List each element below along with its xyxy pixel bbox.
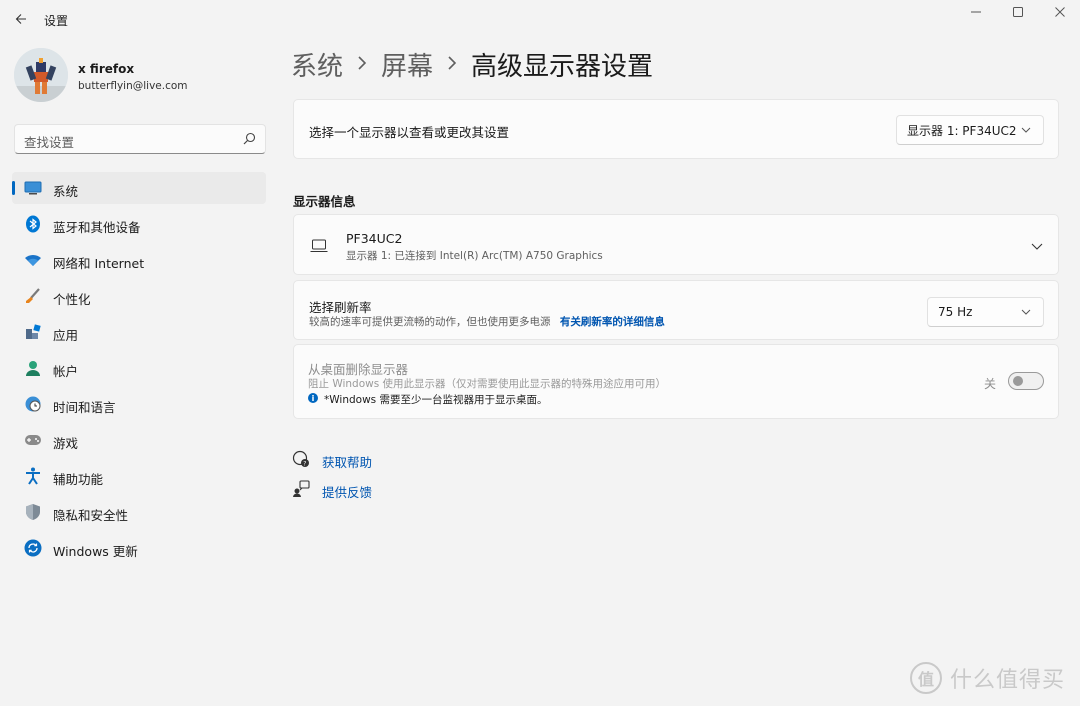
sidebar-item-label: 蓝牙和其他设备	[53, 220, 141, 235]
search-placeholder: 查找设置	[24, 135, 75, 150]
refresh-rate-card: 选择刷新率 较高的速率可提供更流畅的动作，但也使用更多电源 有关刷新率的详细信息…	[293, 280, 1059, 340]
sidebar-item-label: 网络和 Internet	[53, 256, 145, 271]
sidebar-item-privacy[interactable]: 隐私和安全性	[12, 496, 266, 528]
refresh-rate-desc-text: 较高的速率可提供更流畅的动作，但也使用更多电源	[309, 316, 551, 328]
sync-icon	[24, 539, 42, 557]
sidebar-item-network[interactable]: 网络和 Internet	[12, 244, 266, 276]
apps-icon	[24, 323, 42, 341]
minimize-icon	[971, 11, 981, 13]
maximize-button[interactable]	[1000, 4, 1036, 20]
breadcrumb-system[interactable]: 系统	[291, 46, 343, 83]
arrow-left-icon	[15, 14, 26, 24]
refresh-rate-desc: 较高的速率可提供更流畅的动作，但也使用更多电源 有关刷新率的详细信息	[309, 314, 665, 329]
feedback-link[interactable]: 提供反馈	[322, 482, 372, 501]
user-email: butterflyin@live.com	[78, 80, 188, 92]
title-bar: 设置	[0, 0, 1080, 38]
gamepad-icon	[24, 431, 42, 449]
chevron-down-icon	[1021, 127, 1031, 133]
sidebar-item-label: 系统	[53, 184, 79, 199]
sidebar-item-label: Windows 更新	[53, 544, 138, 559]
refresh-rate-value: 75 Hz	[938, 305, 973, 319]
wifi-icon	[24, 251, 42, 269]
account-icon	[24, 359, 42, 377]
close-icon	[1055, 7, 1065, 17]
breadcrumb: 系统 屏幕 高级显示器设置	[291, 46, 653, 83]
breadcrumb-display[interactable]: 屏幕	[381, 46, 433, 83]
sidebar-item-gaming[interactable]: 游戏	[12, 424, 266, 456]
toggle-state-label: 关	[984, 377, 997, 391]
display-select[interactable]: 显示器 1: PF34UC2	[896, 115, 1044, 145]
refresh-rate-info-link[interactable]: 有关刷新率的详细信息	[560, 316, 665, 328]
info-icon: i	[308, 393, 318, 403]
back-button[interactable]	[8, 6, 34, 32]
sidebar-item-time-language[interactable]: 时间和语言	[12, 388, 266, 420]
display-info-card[interactable]: PF34UC2 显示器 1: 已连接到 Intel(R) Arc(TM) A75…	[293, 214, 1059, 275]
sidebar-item-label: 时间和语言	[53, 400, 116, 415]
sidebar-item-label: 应用	[53, 328, 79, 343]
remove-display-toggle[interactable]	[1008, 372, 1044, 390]
select-display-card: 选择一个显示器以查看或更改其设置 显示器 1: PF34UC2	[293, 99, 1059, 159]
robot-avatar-image	[14, 48, 68, 102]
watermark-text: 什么值得买	[950, 668, 1066, 693]
sidebar-item-personalization[interactable]: 个性化	[12, 280, 266, 312]
search-icon	[243, 132, 256, 145]
sidebar-item-system[interactable]: 系统	[12, 172, 266, 204]
sidebar-item-label: 帐户	[53, 364, 79, 379]
shield-icon	[24, 503, 42, 521]
select-display-label: 选择一个显示器以查看或更改其设置	[309, 125, 510, 140]
brush-icon	[24, 287, 42, 305]
globe-clock-icon	[24, 395, 42, 413]
display-name: PF34UC2	[346, 231, 403, 246]
minimize-button[interactable]	[958, 4, 994, 20]
refresh-rate-select[interactable]: 75 Hz	[927, 297, 1044, 327]
sidebar-item-windows-update[interactable]: Windows 更新	[12, 532, 266, 564]
sidebar-item-apps[interactable]: 应用	[12, 316, 266, 348]
remove-display-card: 从桌面删除显示器 阻止 Windows 使用此显示器（仅对需要使用此显示器的特殊…	[293, 344, 1059, 419]
search-input[interactable]: 查找设置	[14, 124, 266, 154]
user-name: x firefox	[78, 62, 135, 76]
chevron-right-icon	[357, 54, 367, 75]
sidebar-item-label: 个性化	[53, 292, 91, 307]
watermark: 值 什么值得买	[910, 660, 1070, 696]
sidebar-item-accounts[interactable]: 帐户	[12, 352, 266, 384]
remove-display-note: *Windows 需要至少一台监视器用于显示桌面。	[324, 394, 548, 406]
display-select-value: 显示器 1: PF34UC2	[907, 123, 1017, 138]
monitor-icon	[24, 179, 42, 197]
maximize-icon	[1013, 7, 1023, 17]
app-title: 设置	[44, 14, 69, 28]
display-detail: 显示器 1: 已连接到 Intel(R) Arc(TM) A750 Graphi…	[346, 250, 603, 262]
chevron-down-icon	[1021, 309, 1031, 315]
close-button[interactable]	[1042, 4, 1078, 20]
watermark-logo: 值	[910, 662, 942, 694]
accessibility-icon	[24, 467, 42, 485]
page-title: 高级显示器设置	[471, 52, 654, 82]
laptop-icon	[310, 239, 328, 252]
get-help-link[interactable]: 获取帮助	[322, 452, 372, 471]
chevron-right-icon	[447, 54, 457, 75]
avatar[interactable]	[14, 48, 68, 102]
remove-display-desc: 阻止 Windows 使用此显示器（仅对需要使用此显示器的特殊用途应用可用）	[308, 378, 667, 390]
sidebar-item-label: 游戏	[53, 436, 79, 451]
sidebar-item-bluetooth[interactable]: 蓝牙和其他设备	[12, 208, 266, 240]
toggle-knob	[1013, 376, 1023, 386]
help-chat-icon: ?	[292, 450, 309, 468]
feedback-icon	[293, 480, 310, 497]
sidebar-nav: 系统 蓝牙和其他设备 网络和 Internet 个性化 应用 帐户 时间和语言 …	[12, 172, 266, 568]
section-title-display-info: 显示器信息	[293, 194, 356, 209]
bluetooth-icon	[24, 215, 42, 233]
sidebar-item-label: 辅助功能	[53, 472, 104, 487]
active-indicator	[12, 181, 15, 195]
sidebar-item-accessibility[interactable]: 辅助功能	[12, 460, 266, 492]
chevron-down-icon[interactable]	[1031, 241, 1043, 251]
sidebar-item-label: 隐私和安全性	[53, 508, 129, 523]
svg-text:?: ?	[303, 461, 306, 468]
